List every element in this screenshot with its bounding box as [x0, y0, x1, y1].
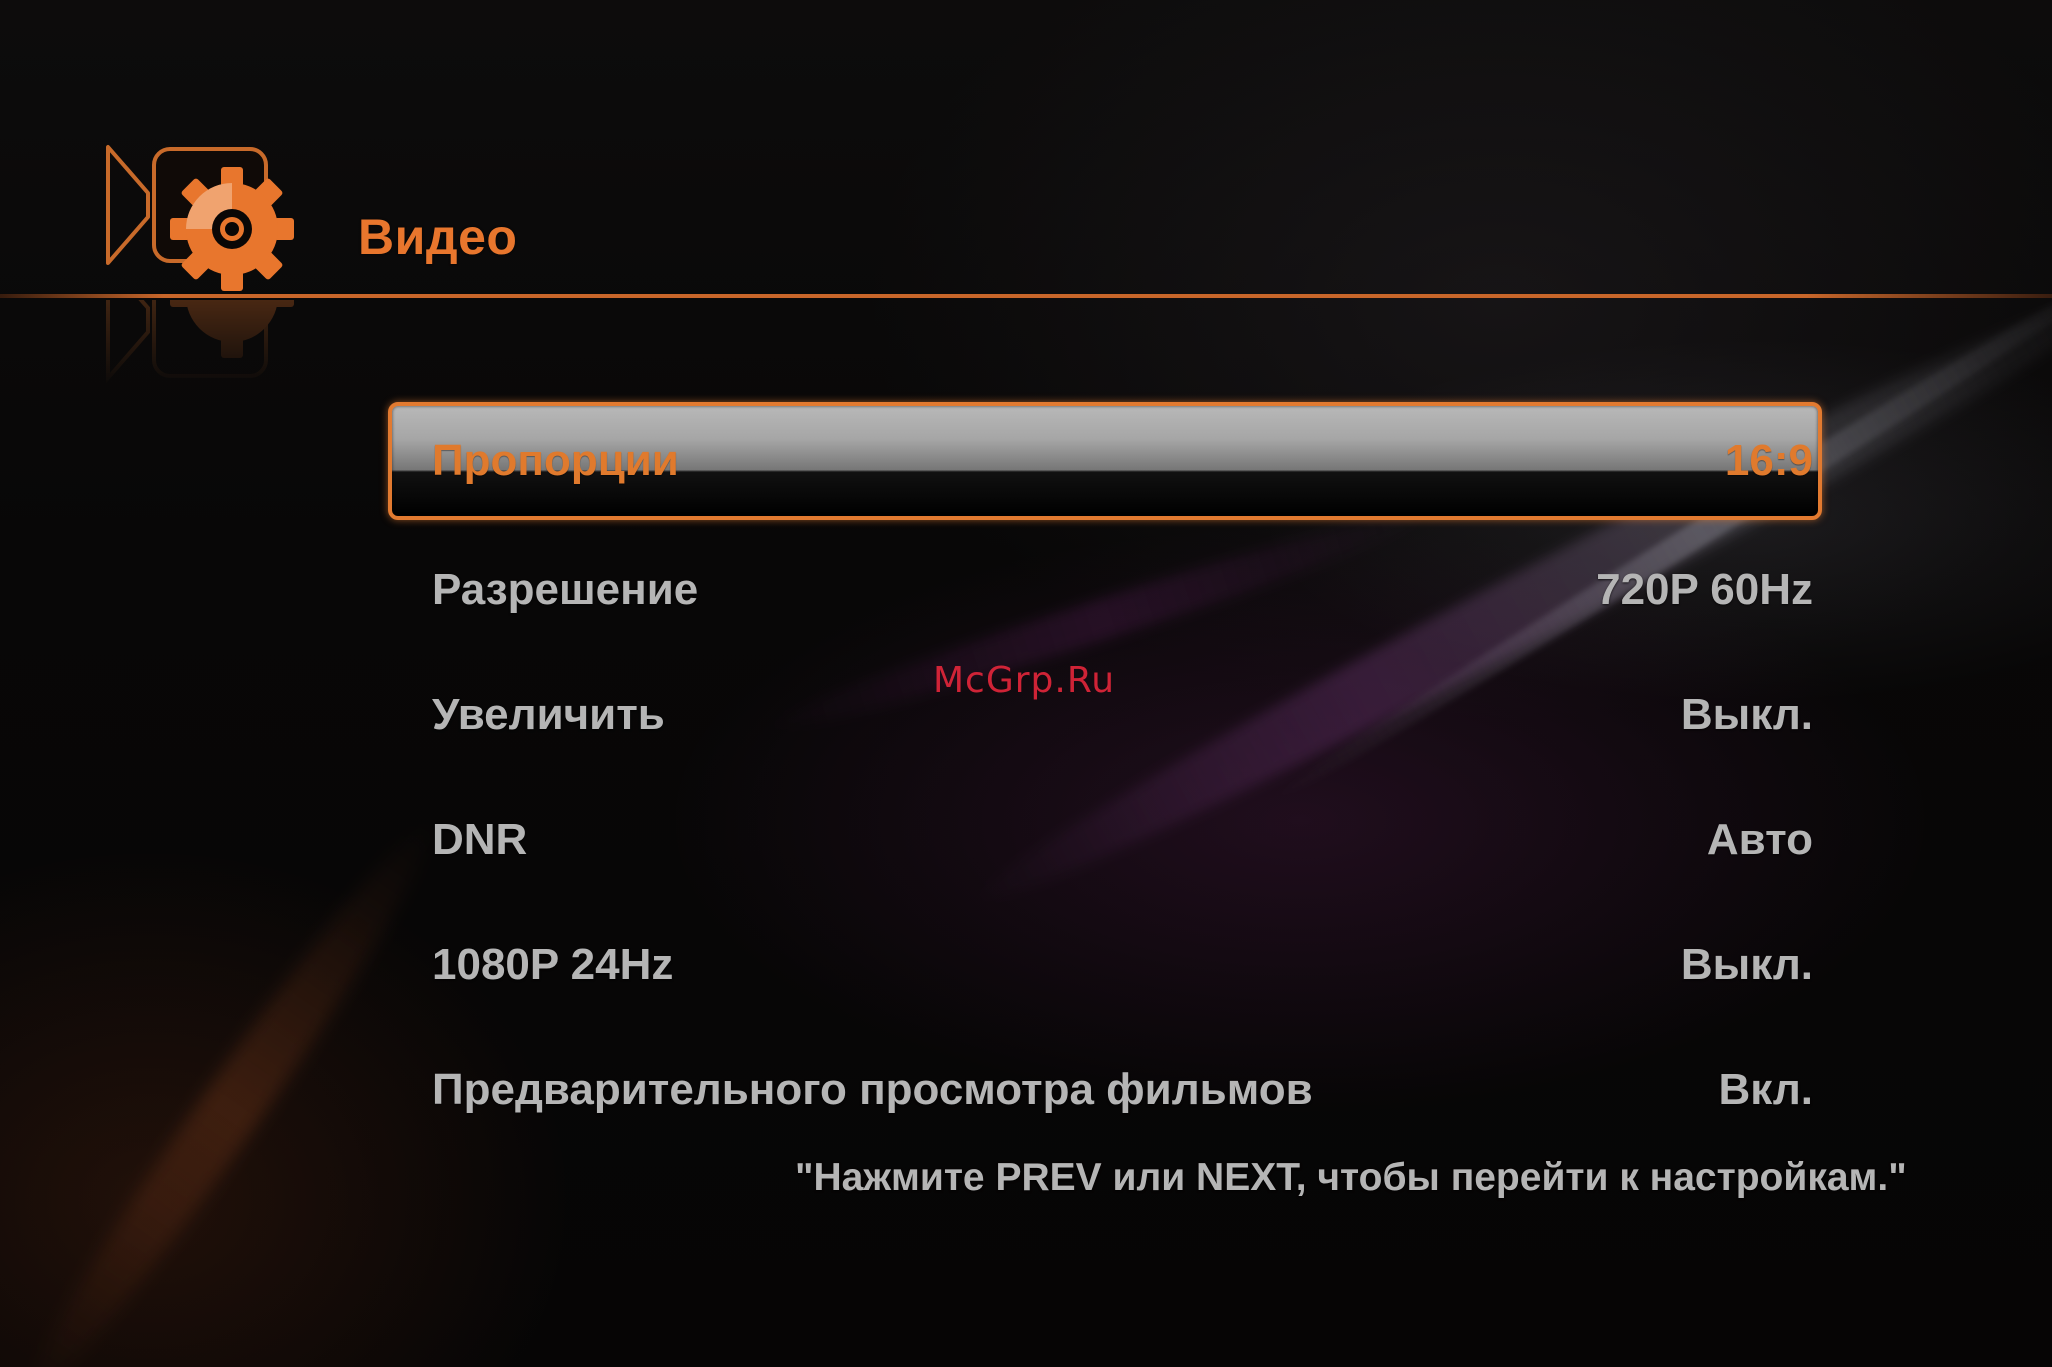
- menu-item-value: Выкл.: [1680, 689, 1813, 739]
- header-divider: [0, 294, 2052, 298]
- navigation-hint: "Нажмите PREV или NEXT, чтобы перейти к …: [795, 1156, 1907, 1199]
- watermark: McGrp.Ru: [933, 660, 1116, 701]
- menu-item-1080p-24hz[interactable]: 1080P 24Hz Выкл.: [388, 902, 1822, 1027]
- menu-item-label: Увеличить: [432, 689, 665, 739]
- menu-item-resolution[interactable]: Разрешение 720P 60Hz: [388, 527, 1822, 652]
- menu-item-value: Выкл.: [1680, 939, 1813, 989]
- video-settings-screen: Видео Пропорции 16:9 Разрешение 720P 60H…: [0, 0, 2052, 1367]
- video-settings-icon-reflection: [100, 300, 300, 390]
- settings-menu: Пропорции 16:9 Разрешение 720P 60Hz Увел…: [388, 402, 1822, 1152]
- menu-item-value: 16:9: [1724, 436, 1813, 485]
- page-title: Видео: [358, 209, 518, 265]
- menu-item-aspect-ratio[interactable]: Пропорции 16:9: [388, 402, 1822, 520]
- menu-item-label: DNR: [432, 814, 528, 864]
- menu-item-label: Предварительного просмотра фильмов: [432, 1064, 1313, 1114]
- menu-item-value: Авто: [1706, 814, 1813, 864]
- menu-item-value: 720P 60Hz: [1596, 564, 1813, 614]
- menu-item-value: Вкл.: [1718, 1064, 1813, 1114]
- menu-item-movie-preview[interactable]: Предварительного просмотра фильмов Вкл.: [388, 1027, 1822, 1152]
- video-settings-icon: [100, 135, 300, 295]
- menu-item-label: 1080P 24Hz: [432, 939, 674, 989]
- menu-item-label: Пропорции: [432, 436, 679, 485]
- menu-item-label: Разрешение: [432, 564, 699, 614]
- menu-item-dnr[interactable]: DNR Авто: [388, 777, 1822, 902]
